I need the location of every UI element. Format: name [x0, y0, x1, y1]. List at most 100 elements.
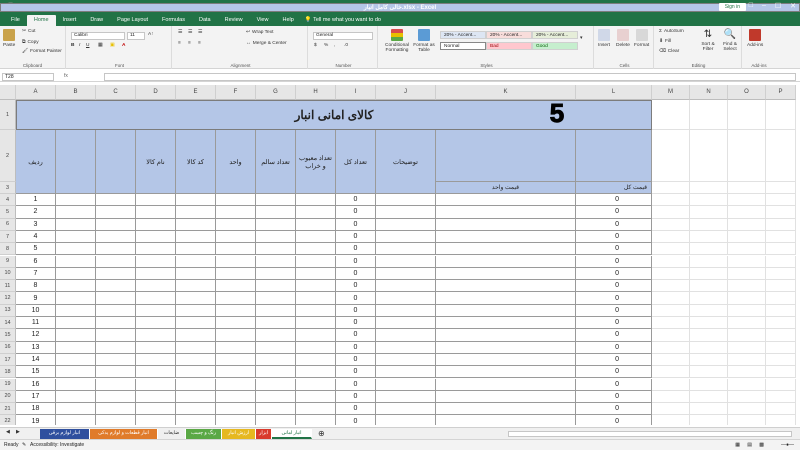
cell-j19[interactable] — [376, 378, 436, 391]
empty-cell[interactable] — [728, 304, 766, 317]
cell-f20[interactable] — [216, 390, 256, 404]
empty-cell[interactable] — [652, 267, 690, 281]
empty-cell[interactable] — [690, 341, 728, 354]
cell-c10[interactable] — [96, 267, 136, 281]
font-size-select[interactable]: 11 — [127, 32, 145, 40]
cell-d5[interactable] — [136, 206, 176, 219]
cell-j9[interactable] — [376, 255, 436, 268]
empty-cell[interactable] — [728, 218, 766, 231]
cell-g11[interactable] — [256, 280, 296, 293]
percent-icon[interactable]: % — [324, 43, 328, 48]
cell-j4[interactable] — [376, 194, 436, 207]
empty-cell[interactable] — [690, 353, 728, 367]
header-cell-a[interactable]: ردیف — [16, 130, 56, 194]
row-header-7[interactable]: 7 — [0, 230, 16, 244]
tab-page-layout[interactable]: Page Layout — [110, 15, 155, 26]
tab-file[interactable]: File — [4, 15, 27, 26]
cell-a14[interactable]: 11 — [16, 317, 56, 330]
cell-i4[interactable]: 0 — [336, 194, 376, 207]
cell-l17[interactable]: 0 — [576, 353, 652, 367]
select-all-corner[interactable] — [0, 85, 16, 100]
cell-b20[interactable] — [56, 390, 96, 404]
cell-d12[interactable] — [136, 292, 176, 305]
cell-l9[interactable]: 0 — [576, 255, 652, 268]
empty-cell[interactable] — [690, 366, 728, 379]
row-header-14[interactable]: 14 — [0, 317, 16, 330]
insert-cells-button[interactable]: Insert — [598, 29, 610, 48]
cell-c7[interactable] — [96, 230, 136, 244]
cell-i22[interactable]: 0 — [336, 415, 376, 425]
cell-f12[interactable] — [216, 292, 256, 305]
cell-f15[interactable] — [216, 329, 256, 342]
empty-cell[interactable] — [690, 230, 728, 244]
cell-b17[interactable] — [56, 353, 96, 367]
cell-c19[interactable] — [96, 378, 136, 391]
cell-i10[interactable]: 0 — [336, 267, 376, 281]
cell-d16[interactable] — [136, 341, 176, 354]
empty-cell[interactable] — [652, 218, 690, 231]
cell-b14[interactable] — [56, 317, 96, 330]
cell-j18[interactable] — [376, 366, 436, 379]
empty-cell[interactable] — [766, 280, 796, 293]
cell-e19[interactable] — [176, 378, 216, 391]
empty-cell[interactable] — [766, 267, 796, 281]
empty-cell[interactable] — [652, 194, 690, 207]
align-bottom-icon[interactable]: ☰ — [198, 30, 202, 35]
cell-a8[interactable]: 5 — [16, 243, 56, 256]
cell-c8[interactable] — [96, 243, 136, 256]
cell-j15[interactable] — [376, 329, 436, 342]
cell-j7[interactable] — [376, 230, 436, 244]
cell-c9[interactable] — [96, 255, 136, 268]
row-header-4[interactable]: 4 — [0, 194, 16, 207]
cell-i17[interactable]: 0 — [336, 353, 376, 367]
empty-cell[interactable] — [766, 378, 796, 391]
row-header-22[interactable]: 22 — [0, 415, 16, 425]
cell-f9[interactable] — [216, 255, 256, 268]
currency-icon[interactable]: $ — [314, 43, 317, 48]
align-left-icon[interactable]: ≡ — [178, 41, 181, 46]
italic-icon[interactable]: I — [79, 43, 80, 48]
cell-a10[interactable]: 7 — [16, 267, 56, 281]
column-header-j[interactable]: J — [376, 85, 436, 100]
cell-d20[interactable] — [136, 390, 176, 404]
cell-h11[interactable] — [296, 280, 336, 293]
cell-k12[interactable] — [436, 292, 576, 305]
tab-home[interactable]: Home — [26, 15, 56, 26]
cell-a19[interactable]: 16 — [16, 378, 56, 391]
empty-cell[interactable] — [766, 230, 796, 244]
cell-e21[interactable] — [176, 403, 216, 416]
column-header-l[interactable]: L — [576, 85, 652, 100]
tab-draw[interactable]: Draw — [83, 15, 110, 26]
empty-cell[interactable] — [690, 415, 728, 425]
signin-button[interactable]: Sign in — [718, 3, 746, 11]
style-accent2[interactable]: 20% - Accent... — [486, 31, 532, 39]
cell-d14[interactable] — [136, 317, 176, 330]
cell-k20[interactable] — [436, 390, 576, 404]
cell-i14[interactable]: 0 — [336, 317, 376, 330]
horizontal-scrollbar[interactable] — [508, 431, 792, 437]
column-header-n[interactable]: N — [690, 85, 728, 100]
cell-h10[interactable] — [296, 267, 336, 281]
cell-f22[interactable] — [216, 415, 256, 425]
empty-cell[interactable] — [766, 366, 796, 379]
cell-c15[interactable] — [96, 329, 136, 342]
new-sheet-icon[interactable]: ⊕ — [318, 429, 325, 438]
cell-l14[interactable]: 0 — [576, 317, 652, 330]
cell-l19[interactable]: 0 — [576, 378, 652, 391]
cell-i7[interactable]: 0 — [336, 230, 376, 244]
cell-j14[interactable] — [376, 317, 436, 330]
header-cell-c[interactable] — [96, 130, 136, 194]
row-header-20[interactable]: 20 — [0, 390, 16, 404]
row-header-15[interactable]: 15 — [0, 329, 16, 342]
cell-k16[interactable] — [436, 341, 576, 354]
cell-a5[interactable]: 2 — [16, 206, 56, 219]
cell-e12[interactable] — [176, 292, 216, 305]
sheet-tab-3[interactable]: رنگ و چسب — [186, 429, 222, 439]
cell-k7[interactable] — [436, 230, 576, 244]
empty-cell[interactable] — [690, 280, 728, 293]
cell-f14[interactable] — [216, 317, 256, 330]
cell-h17[interactable] — [296, 353, 336, 367]
cell-l18[interactable]: 0 — [576, 366, 652, 379]
autosum-button[interactable]: Σ AutoSum — [659, 29, 684, 34]
cell-e6[interactable] — [176, 218, 216, 231]
